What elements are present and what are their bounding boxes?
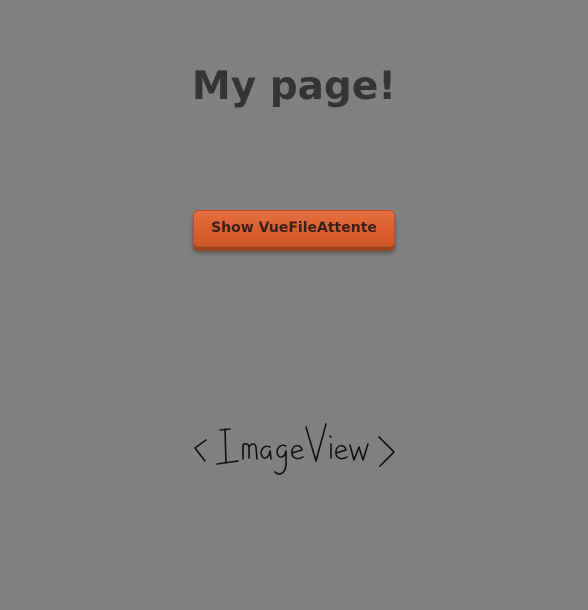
image-view-placeholder [188,418,400,486]
show-vuefileattente-button[interactable]: Show VueFileAttente [193,210,395,247]
page-title: My page! [191,64,397,109]
handwritten-placeholder-icon [194,423,395,475]
